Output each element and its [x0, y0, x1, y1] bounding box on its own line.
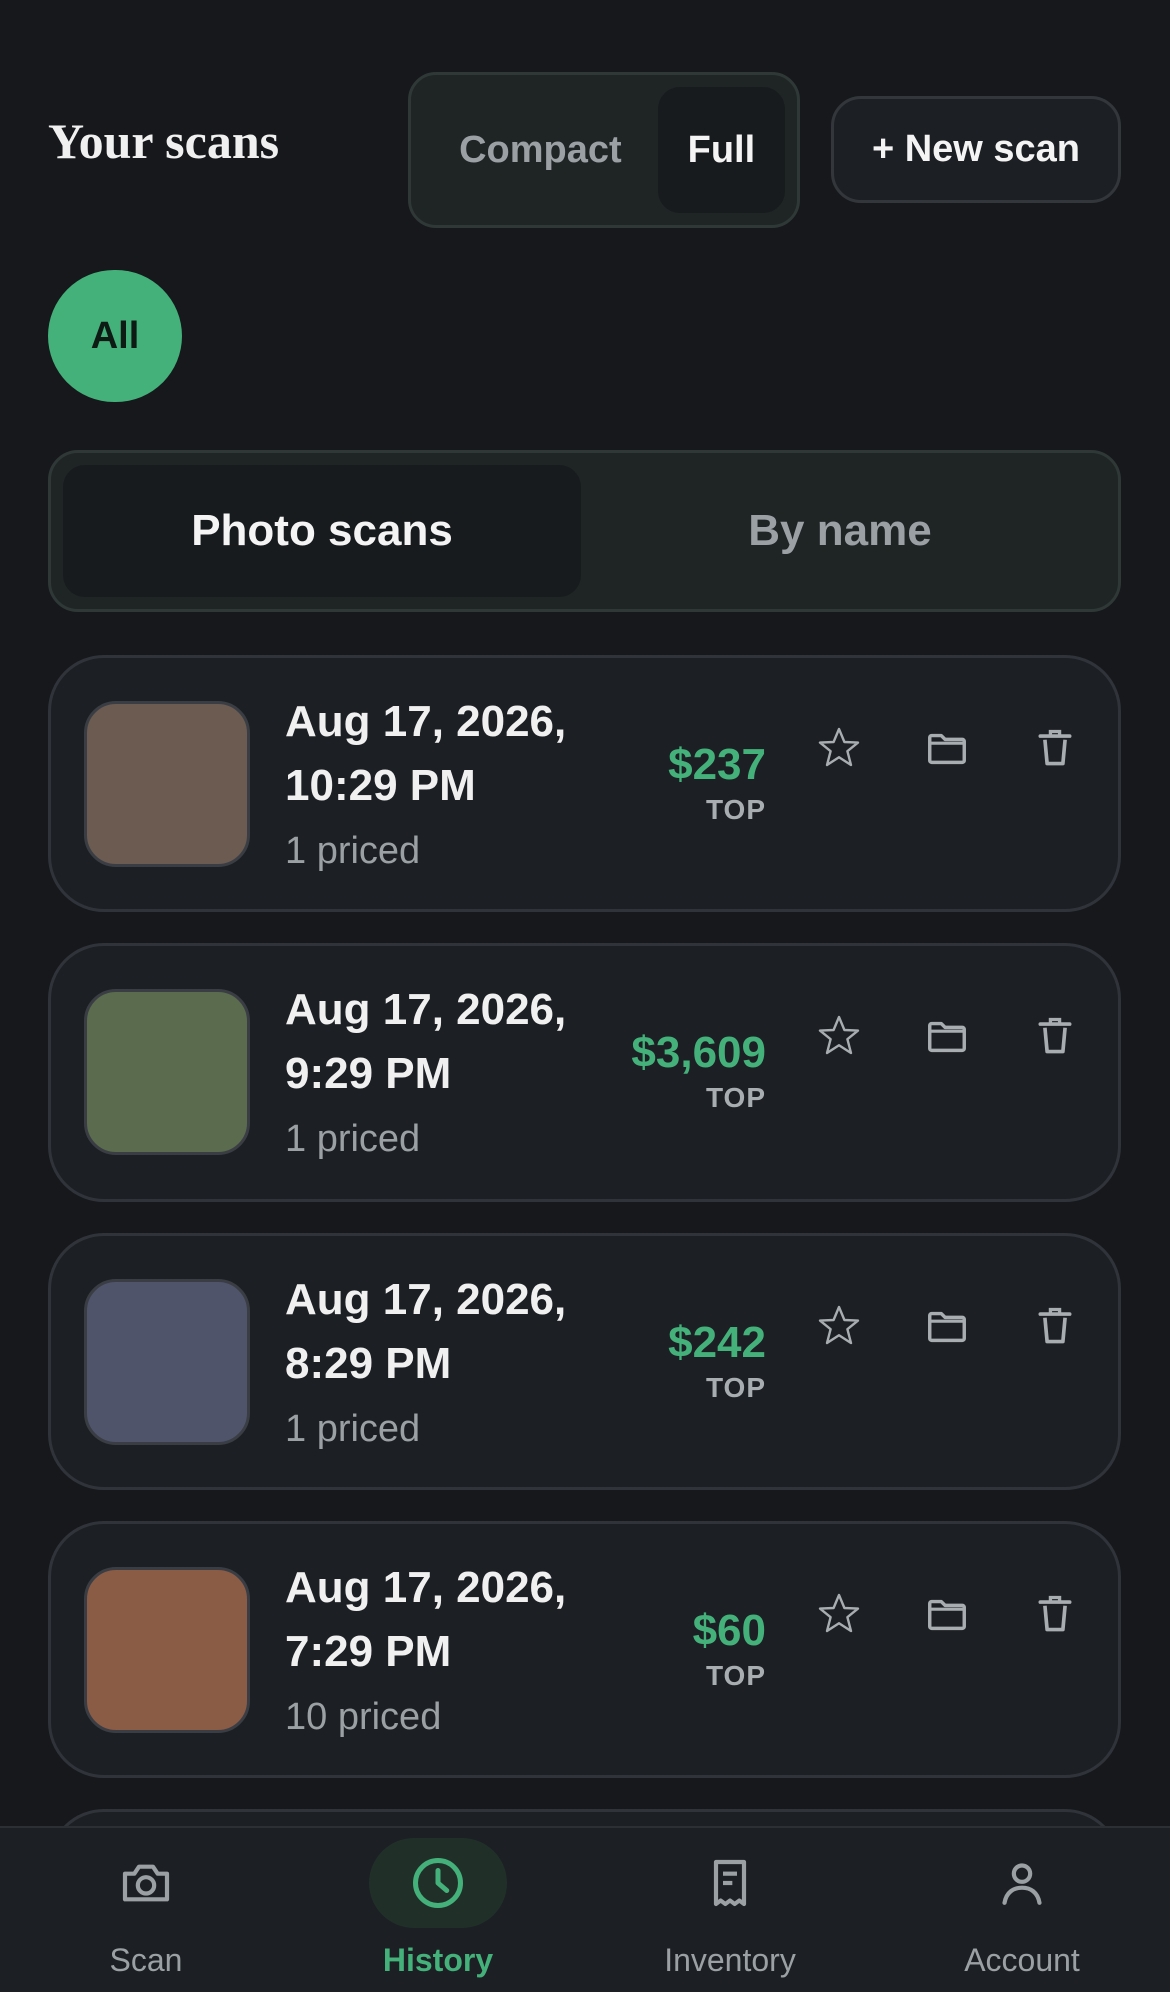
scan-time-line: 9:29 PM	[285, 1049, 452, 1098]
nav-label: Account	[964, 1942, 1080, 1978]
person-icon	[1002, 1863, 1042, 1905]
scan-time-line: 7:29 PM	[285, 1627, 452, 1676]
nav-label: Scan	[109, 1942, 183, 1978]
scan-date-line: Aug 17, 2026,	[285, 697, 567, 746]
trash-icon	[1038, 729, 1072, 766]
priced-count: 1 priced	[285, 830, 421, 872]
favorite-button[interactable]	[809, 718, 869, 778]
scan-date: Aug 17, 2026, 7:29 PM	[285, 1556, 605, 1684]
top-price: $242	[668, 1318, 766, 1367]
top-price-label: TOP	[705, 794, 766, 825]
scan-date: Aug 17, 2026, 8:29 PM	[285, 1268, 605, 1396]
view-full-option[interactable]: Full	[657, 87, 785, 213]
scan-date: Aug 17, 2026, 10:29 PM	[285, 690, 605, 818]
nav-label: History	[382, 1942, 494, 1978]
delete-button[interactable]	[1025, 1584, 1085, 1644]
trash-icon	[1038, 1017, 1072, 1054]
priced-count: 1 priced	[285, 1408, 421, 1450]
delete-button[interactable]	[1025, 1296, 1085, 1356]
favorite-button[interactable]	[809, 1296, 869, 1356]
top-price: $237	[668, 740, 766, 789]
move-to-folder-button[interactable]	[917, 1296, 977, 1356]
view-compact-option[interactable]: Compact	[423, 87, 658, 213]
bottom-nav: Scan History Inventory Account	[0, 1826, 1170, 1992]
folder-icon	[928, 1021, 966, 1053]
top-price-label: TOP	[705, 1660, 766, 1691]
sort-photo-scans-option[interactable]: Photo scans	[63, 465, 581, 597]
move-to-folder-button[interactable]	[917, 1006, 977, 1066]
scan-card[interactable]: Aug 17, 2026, 10:29 PM 1 priced $237 TOP	[48, 655, 1121, 912]
favorite-button[interactable]	[809, 1006, 869, 1066]
scan-thumbnail	[84, 701, 250, 867]
top-price: $60	[692, 1606, 766, 1655]
scan-date-line: Aug 17, 2026,	[285, 1275, 567, 1324]
favorite-button[interactable]	[809, 1584, 869, 1644]
scan-card[interactable]: Aug 17, 2026, 9:29 PM 1 priced $3,609 TO…	[48, 943, 1121, 1202]
nav-label: Inventory	[664, 1942, 796, 1978]
camera-icon	[122, 1864, 170, 1902]
scan-date: Aug 17, 2026, 9:29 PM	[285, 978, 605, 1106]
sort-toggle: Photo scans By name	[48, 450, 1121, 612]
scan-date-line: Aug 17, 2026,	[285, 1563, 567, 1612]
view-mode-toggle: Compact Full	[408, 72, 800, 228]
scan-card[interactable]: Aug 17, 2026, 8:29 PM 1 priced $242 TOP	[48, 1233, 1121, 1490]
star-icon	[818, 1015, 860, 1055]
page-title: Your scans	[48, 113, 280, 169]
priced-count: 10 priced	[285, 1696, 442, 1738]
filter-chip-all[interactable]: All	[48, 270, 182, 402]
sort-by-name-option[interactable]: By name	[581, 465, 1099, 597]
scan-time-line: 10:29 PM	[285, 761, 476, 810]
delete-button[interactable]	[1025, 718, 1085, 778]
move-to-folder-button[interactable]	[917, 1584, 977, 1644]
star-icon	[818, 727, 860, 767]
delete-button[interactable]	[1025, 1006, 1085, 1066]
folder-icon	[928, 733, 966, 765]
top-price-label: TOP	[705, 1082, 766, 1113]
scan-time-line: 8:29 PM	[285, 1339, 452, 1388]
scan-card[interactable]: Aug 17, 2026, 7:29 PM 10 priced $60 TOP	[48, 1521, 1121, 1778]
trash-icon	[1038, 1595, 1072, 1632]
receipt-icon	[713, 1859, 747, 1907]
folder-icon	[928, 1311, 966, 1343]
scans-screen: Your scans Compact Full + New scan All P…	[0, 0, 1170, 1992]
nav-item-account[interactable]: Account	[876, 1828, 1168, 1992]
folder-icon	[928, 1599, 966, 1631]
scan-thumbnail	[84, 1567, 250, 1733]
nav-item-history[interactable]: History	[292, 1828, 584, 1992]
top-price-label: TOP	[705, 1372, 766, 1403]
move-to-folder-button[interactable]	[917, 718, 977, 778]
top-price: $3,609	[631, 1028, 766, 1077]
clock-icon	[413, 1858, 463, 1908]
star-icon	[818, 1305, 860, 1345]
new-scan-button[interactable]: + New scan	[831, 96, 1121, 203]
scan-date-line: Aug 17, 2026,	[285, 985, 567, 1034]
star-icon	[818, 1593, 860, 1633]
trash-icon	[1038, 1307, 1072, 1344]
nav-item-scan[interactable]: Scan	[0, 1828, 292, 1992]
scan-thumbnail	[84, 1279, 250, 1445]
scan-thumbnail	[84, 989, 250, 1155]
nav-item-inventory[interactable]: Inventory	[584, 1828, 876, 1992]
priced-count: 1 priced	[285, 1118, 421, 1160]
